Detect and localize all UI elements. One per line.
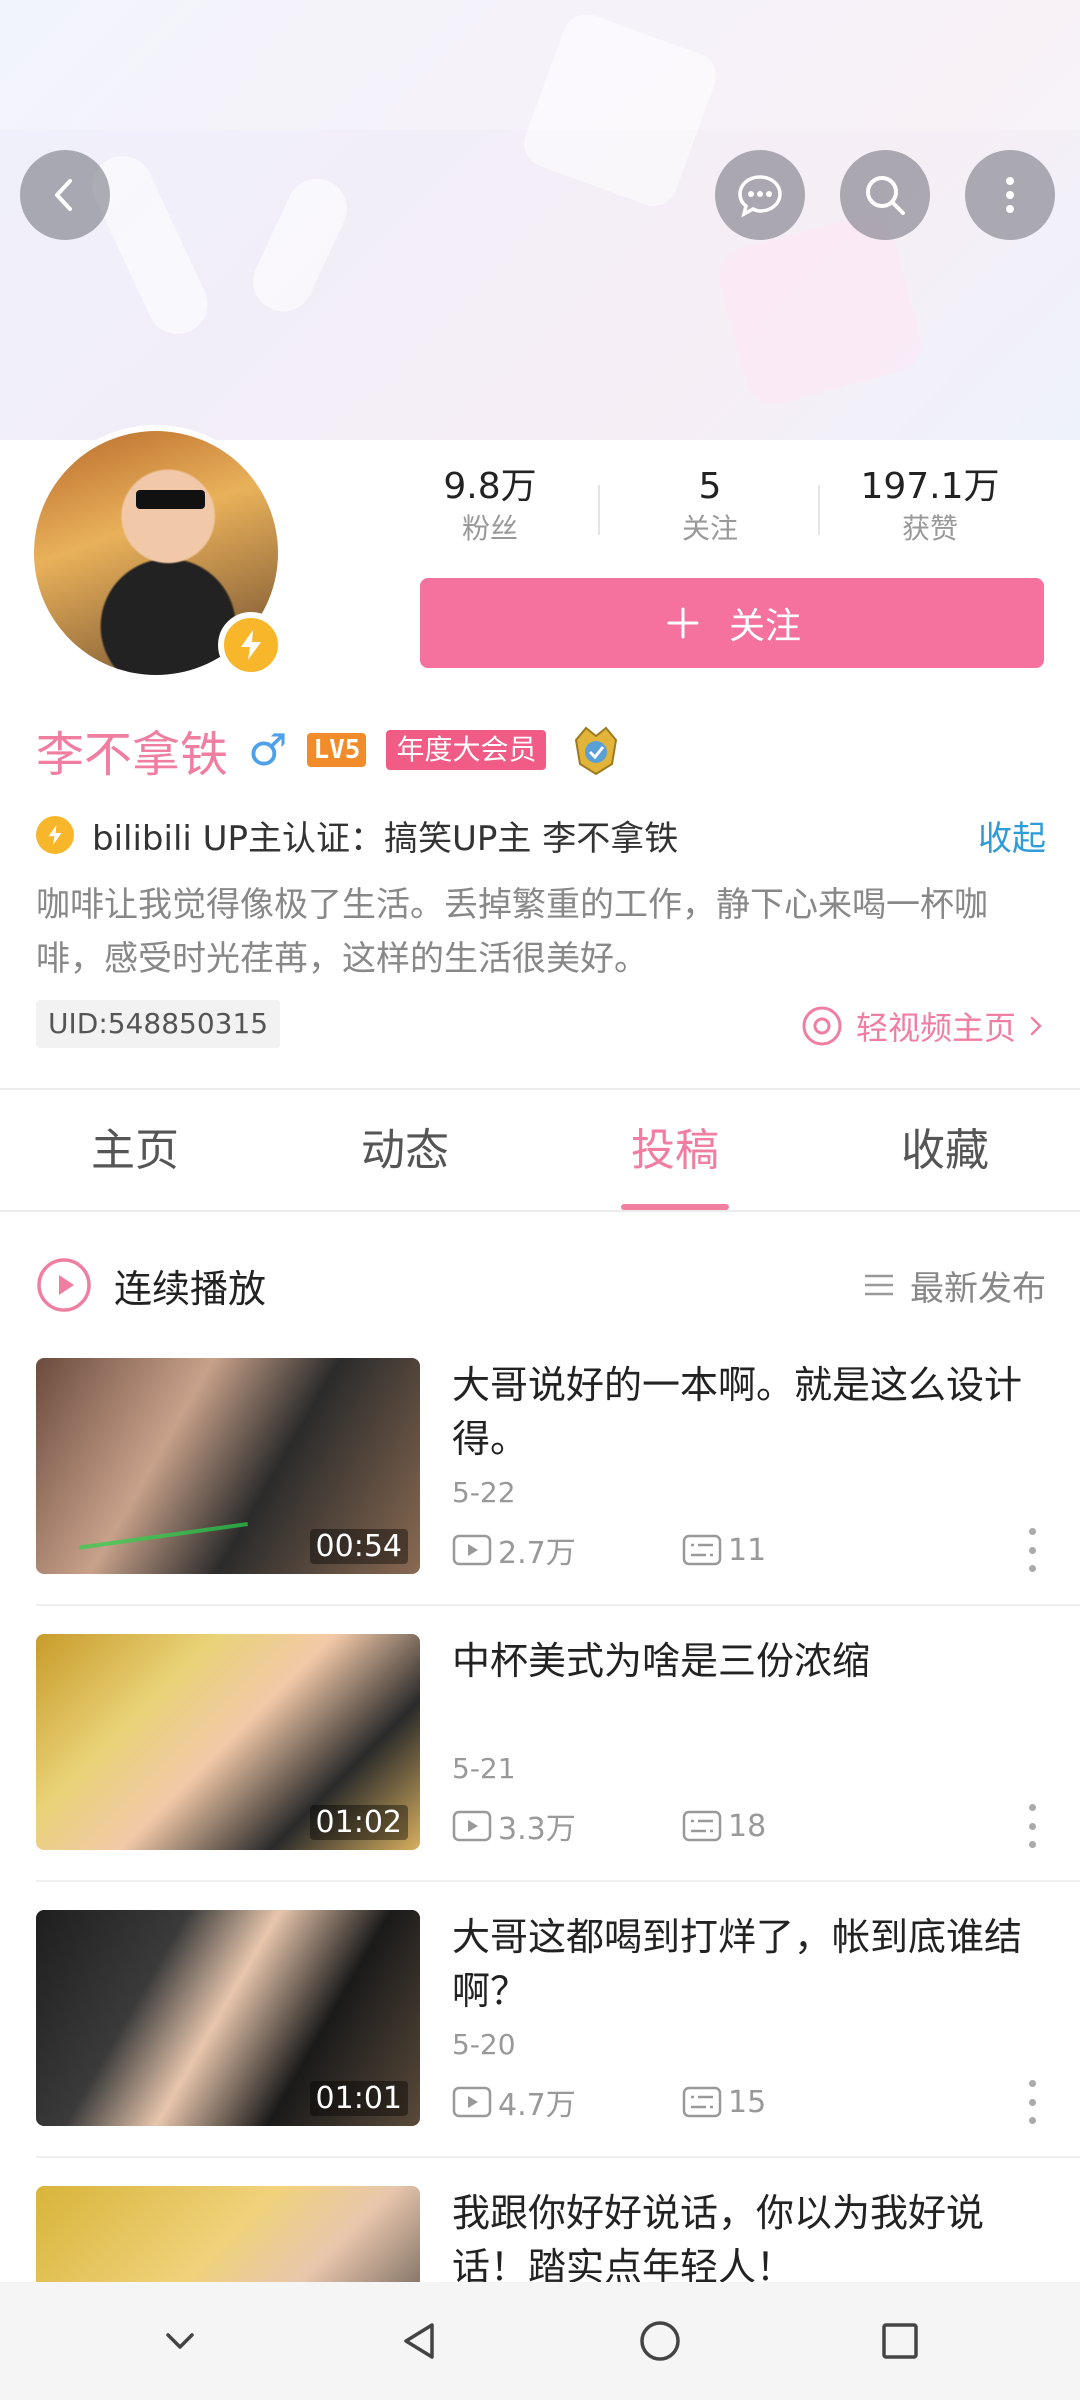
more-vertical-icon [1006, 177, 1014, 213]
divider [36, 2156, 1080, 2158]
danmaku-icon [682, 1534, 722, 1566]
more-options-icon[interactable] [1022, 1804, 1042, 1848]
video-item[interactable]: 我跟你好好说话，你以为我好说话！踏实点年轻人！ [36, 2186, 1046, 2282]
video-date: 5-20 [452, 2028, 516, 2061]
chat-bubble-icon [738, 175, 782, 218]
video-duration: 01:01 [309, 2081, 408, 2116]
username: 李不拿铁 [36, 727, 229, 783]
sort-button[interactable]: 最新发布 [862, 1261, 1046, 1310]
video-date: 5-22 [452, 1476, 516, 1509]
stat-value: 197.1万 [860, 466, 1000, 507]
recents-square-icon[interactable] [872, 2313, 928, 2369]
video-thumbnail[interactable]: 00:54 [36, 1358, 420, 1574]
stat-label: 关注 [681, 512, 738, 545]
banner-decoration [243, 168, 357, 322]
level-badge: LV5 [307, 733, 367, 767]
comment-count: 18 [728, 1808, 767, 1844]
vip-badge[interactable]: 年度大会员 [386, 730, 547, 770]
divider [36, 1880, 1080, 1882]
video-date: 5-21 [452, 1752, 516, 1785]
light-video-link[interactable]: 轻视频主页 [800, 1000, 1044, 1052]
list-icon [865, 1274, 893, 1296]
certification-row: bilibili UP主认证：搞笑UP主 李不拿铁 收起 [36, 805, 1046, 865]
verified-bolt-icon [218, 612, 284, 678]
back-button[interactable] [20, 150, 110, 240]
play-count-icon [452, 1534, 492, 1566]
more-options-icon[interactable] [1022, 1528, 1042, 1572]
stat-following[interactable]: 5 关注 [600, 465, 820, 555]
chevron-down-icon[interactable] [152, 2313, 208, 2369]
plus-icon [667, 607, 699, 639]
video-item[interactable]: 00:54 大哥说好的一本啊。就是这么设计得。 5-22 2.7万 11 [36, 1358, 1046, 1574]
danmaku-icon [682, 1810, 722, 1842]
video-title[interactable]: 大哥说好的一本啊。就是这么设计得。 [452, 1358, 1046, 1466]
video-duration: 01:02 [309, 1805, 408, 1840]
video-meta: 3.3万 18 [452, 1804, 912, 1848]
play-count-icon [452, 2086, 492, 2118]
tab-home[interactable]: 主页 [0, 1092, 270, 1210]
sort-label: 最新发布 [910, 1268, 1046, 1309]
uid-label[interactable]: UID:548850315 [36, 1000, 281, 1048]
stat-label: 粉丝 [461, 512, 518, 545]
stat-likes[interactable]: 197.1万 获赞 [820, 465, 1040, 555]
video-item[interactable]: 01:02 中杯美式为啥是三份浓缩 5-21 3.3万 18 [36, 1634, 1046, 1850]
video-thumbnail[interactable]: 01:01 [36, 1910, 420, 2126]
view-count: 2.7万 [498, 1536, 576, 1571]
back-arrow-icon [55, 179, 72, 211]
follow-label: 关注 [728, 606, 801, 647]
comment-count: 15 [728, 2084, 767, 2120]
gender-icon: ♂ [248, 724, 288, 776]
tab-dynamics[interactable]: 动态 [270, 1092, 540, 1210]
light-video-icon [802, 1006, 842, 1046]
stat-fans[interactable]: 9.8万 粉丝 [380, 465, 600, 555]
view-count: 3.3万 [498, 1812, 576, 1847]
danmaku-icon [682, 2086, 722, 2118]
stat-value: 9.8万 [443, 466, 537, 507]
bio-text: 咖啡让我觉得像极了生活。丢掉繁重的工作，静下心来喝一杯咖啡，感受时光荏苒，这样的… [36, 885, 988, 979]
medal-icon[interactable] [566, 720, 626, 780]
thumbnail-caption-decoration [74, 1486, 248, 1550]
video-thumbnail[interactable] [36, 2186, 420, 2282]
certification-bolt-icon [36, 816, 74, 854]
video-title[interactable]: 大哥这都喝到打烊了，帐到底谁结啊？ [452, 1910, 1046, 2018]
certification-text: bilibili UP主认证：搞笑UP主 李不拿铁 [92, 818, 679, 859]
continuous-play-label[interactable]: 连续播放 [114, 1258, 862, 1313]
video-title[interactable]: 我跟你好好说话，你以为我好说话！踏实点年轻人！ [452, 2186, 1046, 2282]
video-thumbnail[interactable]: 01:02 [36, 1634, 420, 1850]
stat-label: 获赞 [901, 512, 958, 545]
video-meta: 4.7万 15 [452, 2080, 912, 2124]
continuous-play-row: 连续播放 最新发布 [36, 1250, 1046, 1320]
back-triangle-icon[interactable] [392, 2313, 448, 2369]
video-item[interactable]: 01:01 大哥这都喝到打烊了，帐到底谁结啊？ 5-20 4.7万 15 [36, 1910, 1046, 2126]
collapse-button[interactable]: 收起 [978, 811, 1046, 860]
video-meta: 2.7万 11 [452, 1528, 912, 1572]
name-row: 李不拿铁 ♂ LV5 年度大会员 [36, 715, 626, 785]
banner-decoration [712, 209, 928, 411]
video-duration: 00:54 [309, 1529, 408, 1564]
profile-stats: 9.8万 粉丝 5 关注 197.1万 获赞 [380, 465, 1040, 555]
search-button[interactable] [840, 150, 930, 240]
tab-favorites[interactable]: 收藏 [810, 1092, 1080, 1210]
play-circle-icon[interactable] [36, 1257, 92, 1313]
comment-count: 11 [728, 1532, 767, 1568]
play-count-icon [452, 1810, 492, 1842]
search-icon [866, 176, 905, 215]
chevron-right-icon [1030, 1016, 1042, 1036]
profile-tabs: 主页 动态 投稿 收藏 [0, 1092, 1080, 1210]
divider [36, 1604, 1080, 1606]
light-video-label: 轻视频主页 [855, 1009, 1016, 1047]
video-title[interactable]: 中杯美式为啥是三份浓缩 [452, 1634, 1046, 1688]
stat-value: 5 [698, 466, 722, 507]
message-button[interactable] [715, 150, 805, 240]
view-count: 4.7万 [498, 2088, 576, 2123]
tab-uploads[interactable]: 投稿 [540, 1092, 810, 1210]
system-navigation-bar [0, 2282, 1080, 2400]
home-circle-icon[interactable] [632, 2313, 688, 2369]
more-button[interactable] [965, 150, 1055, 240]
divider [0, 1088, 1080, 1090]
more-options-icon[interactable] [1022, 2080, 1042, 2124]
follow-button[interactable]: 关注 [420, 578, 1044, 668]
